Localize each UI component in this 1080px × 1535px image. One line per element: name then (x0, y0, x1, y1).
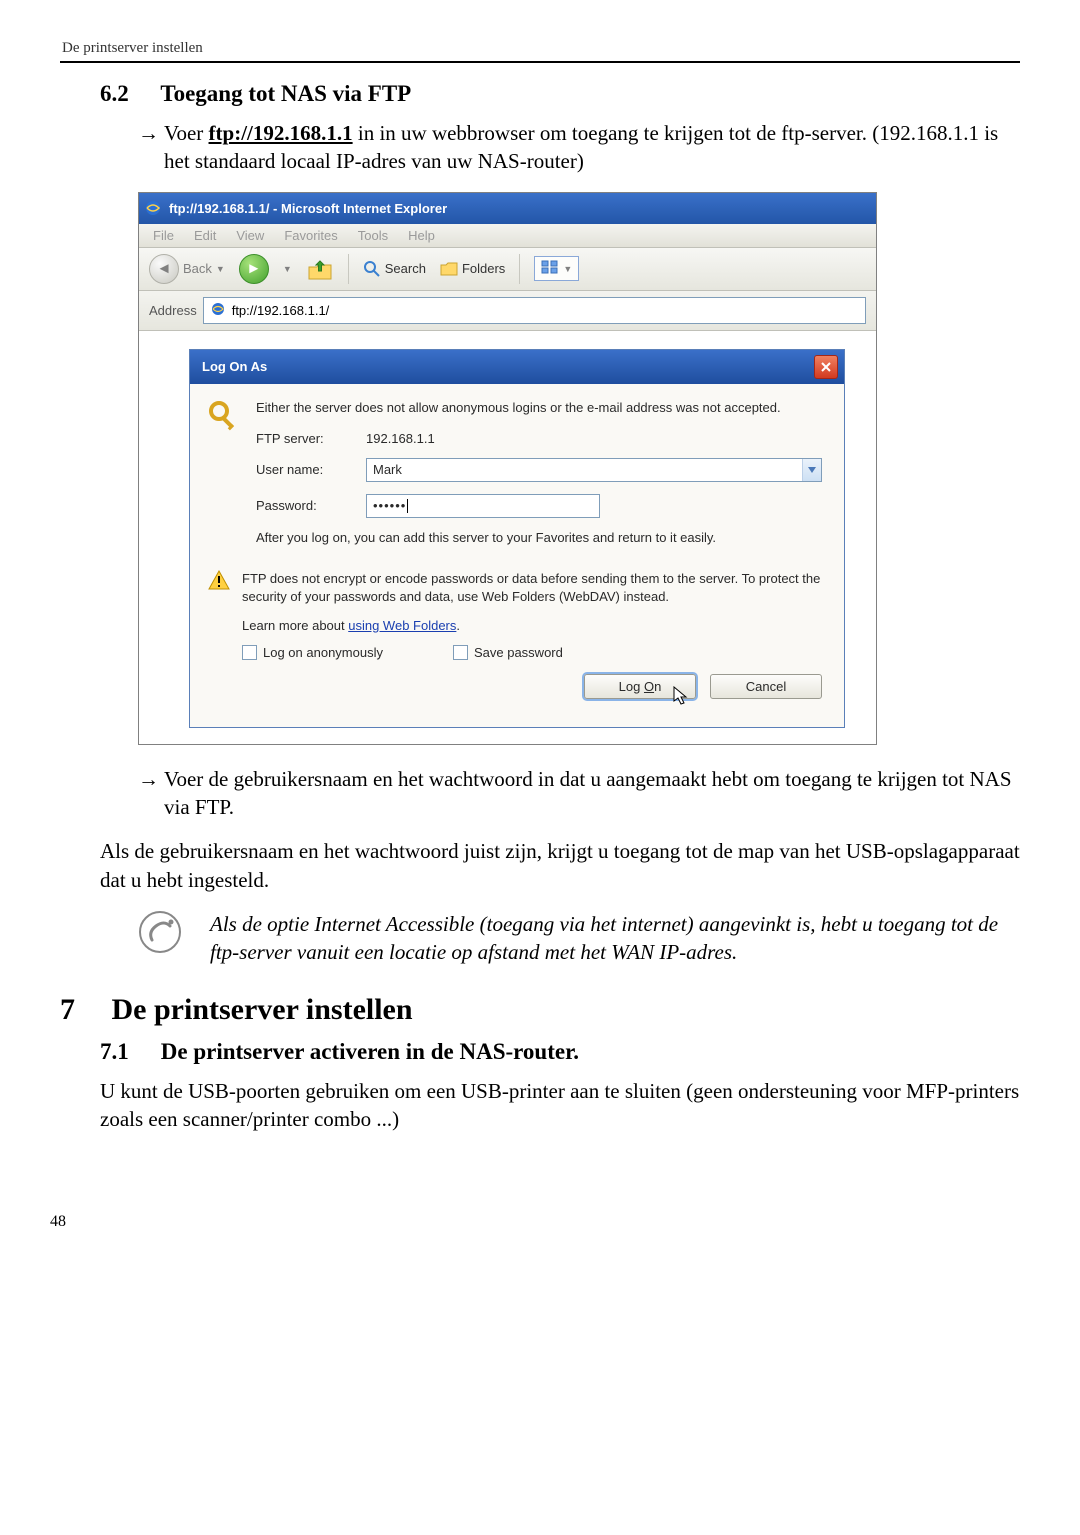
result-paragraph: Als de gebruikersnaam en het wachtwoord … (100, 837, 1020, 894)
views-icon (541, 260, 559, 277)
chevron-down-icon (808, 467, 816, 473)
heading-7-num: 7 (60, 993, 104, 1027)
ie-menu-bar: File Edit View Favorites Tools Help (139, 224, 876, 248)
ftp-server-value: 192.168.1.1 (366, 431, 435, 446)
search-label: Search (385, 261, 426, 276)
cursor-icon (673, 686, 689, 706)
ie-page-icon (210, 301, 226, 320)
ftp-url-link[interactable]: ftp://192.168.1.1 (209, 121, 353, 145)
address-field[interactable]: ftp://192.168.1.1/ (203, 297, 866, 324)
search-button[interactable]: Search (363, 260, 426, 278)
password-label: Password: (256, 498, 366, 513)
warning-text: FTP does not encrypt or encode passwords… (242, 570, 822, 605)
anonymous-checkbox[interactable]: Log on anonymously (242, 645, 383, 660)
up-folder-icon (306, 257, 334, 281)
section-7-paragraph: U kunt de USB-poorten gebruiken om een U… (100, 1077, 1020, 1134)
page-number: 48 (50, 1213, 1020, 1231)
note-icon (138, 910, 182, 954)
username-label: User name: (256, 462, 366, 477)
warning-icon (208, 570, 230, 593)
forward-button[interactable]: ► (239, 254, 269, 284)
dialog-message: Either the server does not allow anonymo… (256, 400, 822, 417)
screenshot-ie-window: ftp://192.168.1.1/ - Microsoft Internet … (138, 192, 877, 745)
chevron-down-icon: ▼ (216, 264, 225, 274)
instruction-1-pre: Voer (164, 121, 209, 145)
folders-button[interactable]: Folders (440, 261, 505, 277)
menu-file[interactable]: File (153, 228, 174, 243)
logon-dialog: Log On As (189, 349, 845, 728)
address-value: ftp://192.168.1.1/ (232, 303, 330, 318)
ie-title-bar: ftp://192.168.1.1/ - Microsoft Internet … (139, 193, 876, 224)
menu-favorites[interactable]: Favorites (284, 228, 337, 243)
username-dropdown-button[interactable] (802, 459, 821, 481)
menu-help[interactable]: Help (408, 228, 435, 243)
address-label: Address (149, 303, 197, 318)
up-folder-button[interactable] (306, 257, 334, 281)
chevron-down-icon[interactable]: ▼ (283, 264, 292, 274)
folders-icon (440, 261, 458, 277)
back-label: Back (183, 261, 212, 276)
heading-7-title: De printserver instellen (112, 993, 413, 1026)
heading-6-2: 6.2 Toegang tot NAS via FTP (100, 81, 1020, 107)
password-input[interactable]: •••••• (366, 494, 600, 518)
key-icon (208, 400, 242, 437)
logon-button[interactable]: Log On (584, 674, 696, 699)
ie-content-area: Log On As (139, 331, 876, 744)
ie-icon (145, 200, 161, 216)
ie-title-text: ftp://192.168.1.1/ - Microsoft Internet … (169, 201, 447, 216)
folders-label: Folders (462, 261, 505, 276)
back-icon: ◄ (149, 254, 179, 284)
heading-6-2-num: 6.2 (100, 81, 155, 107)
menu-view[interactable]: View (236, 228, 264, 243)
dialog-body: Either the server does not allow anonymo… (190, 384, 844, 727)
running-header: De printserver instellen (60, 30, 1020, 63)
note-block: Als de optie Internet Accessible (toegan… (138, 910, 1020, 967)
cancel-button[interactable]: Cancel (710, 674, 822, 699)
ie-toolbar: ◄ Back ▼ ► ▼ Search (139, 248, 876, 291)
text-cursor (407, 499, 408, 513)
heading-6-2-title: Toegang tot NAS via FTP (160, 81, 411, 106)
heading-7: 7 De printserver instellen (60, 993, 1020, 1027)
views-button[interactable]: ▼ (534, 256, 579, 281)
web-folders-link[interactable]: using Web Folders (348, 618, 456, 633)
heading-7-1: 7.1 De printserver activeren in de NAS-r… (100, 1039, 1020, 1065)
back-button[interactable]: ◄ Back ▼ (149, 254, 225, 284)
checkbox-icon (453, 645, 468, 660)
instruction-1: Voer ftp://192.168.1.1 in in uw webbrows… (138, 119, 1020, 176)
ie-address-bar: Address ftp://192.168.1.1/ (139, 291, 876, 331)
forward-icon: ► (246, 261, 261, 276)
learn-more-line: Learn more about using Web Folders. (242, 618, 822, 633)
dialog-title-bar: Log On As (190, 350, 844, 384)
instruction-2: Voer de gebruikersnaam en het wachtwoord… (138, 765, 1020, 822)
chevron-down-icon: ▼ (563, 264, 572, 274)
info-favorites: After you log on, you can add this serve… (256, 530, 822, 547)
heading-7-1-title: De printserver activeren in de NAS-route… (161, 1039, 579, 1064)
save-password-label: Save password (474, 645, 563, 660)
close-button[interactable] (814, 355, 838, 379)
search-icon (363, 260, 381, 278)
close-icon (820, 361, 832, 373)
password-value: •••••• (373, 498, 406, 513)
checkbox-icon (242, 645, 257, 660)
username-value: Mark (373, 462, 402, 477)
username-input[interactable]: Mark (366, 458, 822, 482)
anonymous-label: Log on anonymously (263, 645, 383, 660)
ftp-server-label: FTP server: (256, 431, 366, 446)
note-text: Als de optie Internet Accessible (toegan… (210, 910, 1020, 967)
menu-tools[interactable]: Tools (358, 228, 388, 243)
save-password-checkbox[interactable]: Save password (453, 645, 563, 660)
menu-edit[interactable]: Edit (194, 228, 216, 243)
heading-7-1-num: 7.1 (100, 1039, 155, 1065)
dialog-title-text: Log On As (202, 359, 267, 374)
